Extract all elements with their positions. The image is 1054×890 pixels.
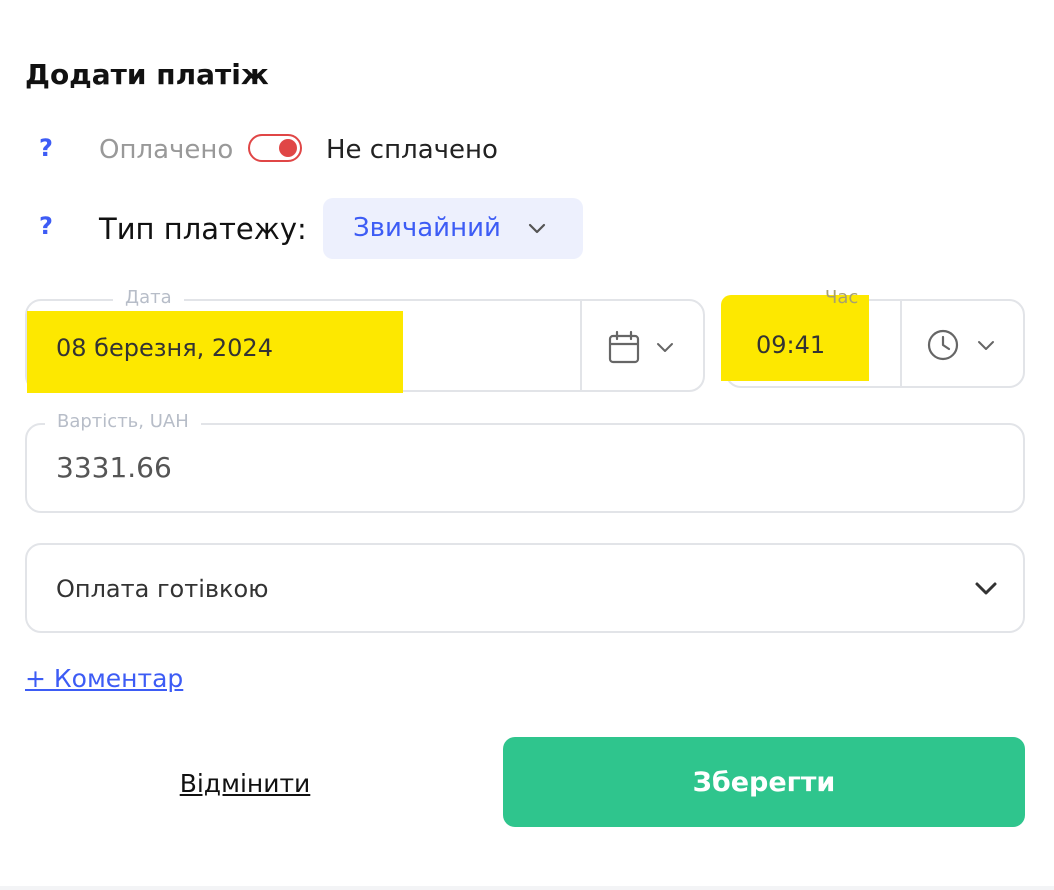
cost-input[interactable]: 3331.66: [56, 451, 172, 484]
chevron-down-icon: [974, 578, 998, 604]
chevron-down-icon[interactable]: [976, 335, 996, 359]
payment-type-row: ? Тип платежу: Звичайний: [0, 198, 1054, 260]
help-icon[interactable]: ?: [38, 134, 54, 162]
help-icon[interactable]: ?: [38, 212, 54, 240]
time-value: 09:41: [756, 331, 826, 359]
date-field[interactable]: Дата 08 березня, 2024: [25, 287, 705, 393]
field-divider: [900, 301, 902, 386]
cancel-button[interactable]: Відмінити: [140, 740, 350, 826]
add-comment-link[interactable]: + Коментар: [25, 664, 183, 693]
time-field[interactable]: Час 09:41: [721, 287, 1025, 388]
unpaid-label: Не сплачено: [326, 135, 498, 165]
paid-status-row: ? Оплачено Не сплачено: [0, 130, 1054, 170]
bottom-divider: [0, 886, 1054, 890]
clock-icon[interactable]: [926, 328, 960, 366]
cost-field[interactable]: Вартість, UAH 3331.66: [25, 411, 1025, 513]
payment-type-select[interactable]: Звичайний: [323, 198, 583, 259]
payment-method-select[interactable]: Оплата готівкою: [25, 543, 1025, 633]
cost-legend: Вартість, UAH: [45, 411, 201, 432]
field-divider: [580, 301, 582, 390]
chevron-down-icon: [527, 218, 547, 242]
date-legend: Дата: [113, 287, 184, 308]
chevron-down-icon[interactable]: [655, 337, 675, 361]
payment-type-value: Звичайний: [353, 213, 501, 243]
paid-label: Оплачено: [99, 135, 234, 165]
save-button[interactable]: Зберегти: [503, 737, 1025, 827]
page-title: Додати платіж: [25, 58, 269, 91]
payment-method-value: Оплата готівкою: [56, 575, 269, 603]
toggle-knob: [279, 139, 297, 157]
date-value: 08 березня, 2024: [56, 334, 273, 362]
paid-toggle[interactable]: [248, 134, 302, 162]
calendar-icon[interactable]: [607, 330, 641, 368]
time-legend: Час: [825, 287, 859, 308]
payment-type-label: Тип платежу:: [99, 212, 307, 246]
